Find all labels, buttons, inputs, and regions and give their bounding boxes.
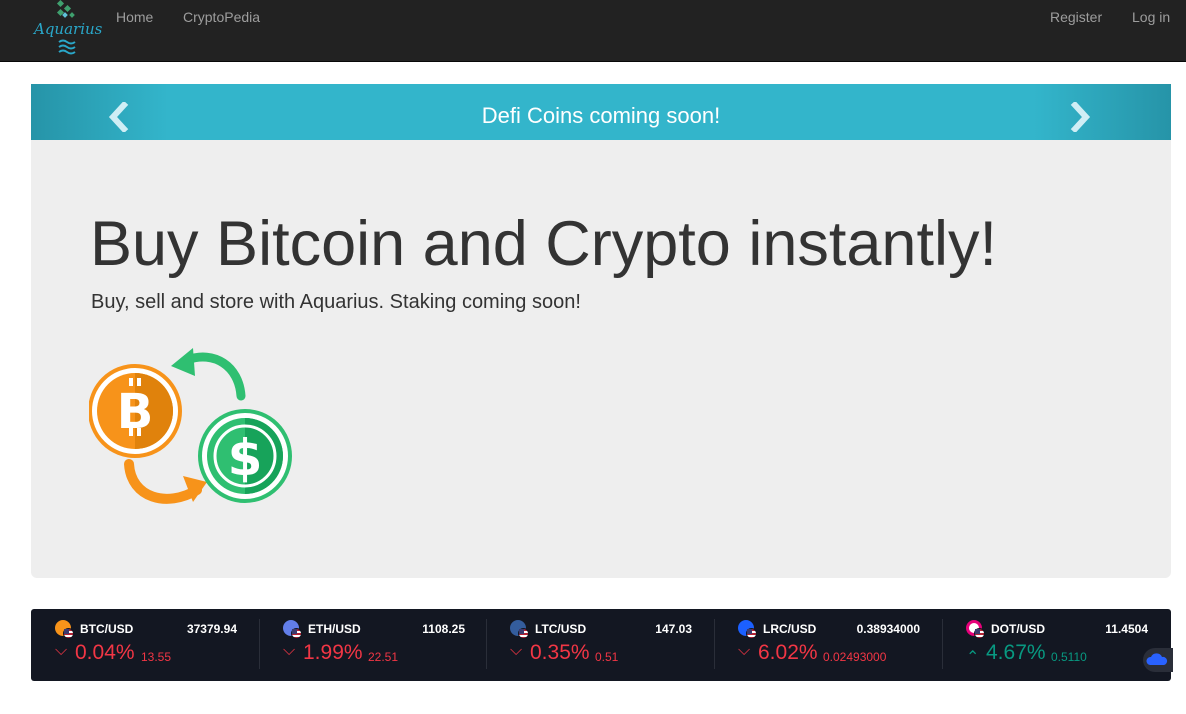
- ticker-change-percent: 0.35%: [530, 641, 590, 664]
- crypto-exchange-illustration: B $: [88, 348, 295, 512]
- ticker-item-lrc[interactable]: LRC/USD 0.38934000 ⌵ 6.02% 0.02493000: [714, 609, 942, 681]
- ticker-price: 147.03: [655, 622, 692, 636]
- ticker-item-dot[interactable]: DOT/USD 11.4504 ⌃ 4.67% 0.5110: [942, 609, 1170, 681]
- us-flag-icon: [518, 628, 529, 639]
- ticker-price: 37379.94: [186, 622, 237, 636]
- chevron-up-icon: ⌃: [966, 649, 980, 666]
- ticker-price: 0.38934000: [856, 622, 920, 636]
- nav-home-link[interactable]: Home: [116, 9, 153, 25]
- chevron-down-icon: ⌵: [283, 642, 296, 659]
- us-flag-icon: [974, 628, 985, 639]
- ticker-change-value: 22.51: [368, 650, 399, 664]
- ticker-item-ltc[interactable]: LTC/USD 147.03 ⌵ 0.35% 0.51: [486, 609, 714, 681]
- widget-cloud-button[interactable]: [1143, 648, 1173, 672]
- us-flag-icon: [291, 628, 302, 639]
- ticker-change-value: 0.51: [595, 650, 619, 664]
- ticker-pair: DOT/USD: [991, 622, 1045, 636]
- ticker-price: 1108.25: [422, 622, 465, 636]
- ticker-change-value: 0.5110: [1051, 650, 1087, 664]
- ticker-price: 11.4504: [1105, 622, 1148, 636]
- ticker-item-btc[interactable]: BTC/USD 37379.94 ⌵ 0.04% 13.55: [31, 609, 259, 681]
- svg-text:$: $: [228, 429, 263, 487]
- ticker-change-percent: 1.99%: [303, 641, 363, 664]
- ticker-pair: LRC/USD: [763, 622, 817, 636]
- price-ticker-widget[interactable]: BTC/USD 37379.94 ⌵ 0.04% 13.55 ETH/USD 1…: [31, 609, 1171, 681]
- hero-jumbotron: Buy Bitcoin and Crypto instantly! Buy, s…: [31, 140, 1171, 578]
- us-flag-icon: [746, 628, 757, 639]
- chevron-right-icon: [1070, 100, 1091, 134]
- carousel-caption: Defi Coins coming soon!: [481, 103, 721, 128]
- ticker-pair: ETH/USD: [308, 622, 361, 636]
- nav-register-link[interactable]: Register: [1050, 9, 1102, 25]
- chevron-down-icon: ⌵: [55, 642, 68, 659]
- hero-subtitle: Buy, sell and store with Aquarius. Staki…: [91, 291, 581, 313]
- ticker-change-percent: 6.02%: [758, 641, 818, 664]
- brand-name: Aquarius: [34, 20, 103, 38]
- nav-cryptopedia-link[interactable]: CryptoPedia: [183, 9, 260, 25]
- bitcoin-dollar-exchange-icon: B $: [88, 348, 292, 504]
- carousel-banner: Defi Coins coming soon!: [31, 84, 1171, 140]
- svg-text:B: B: [117, 384, 154, 440]
- chevron-down-icon: ⌵: [738, 642, 751, 659]
- us-flag-icon: [63, 628, 74, 639]
- ticker-change-value: 0.02493000: [823, 650, 887, 664]
- carousel-next-button[interactable]: [1067, 100, 1093, 134]
- cloud-icon: [1146, 653, 1168, 665]
- nav-login-link[interactable]: Log in: [1132, 9, 1170, 25]
- navbar: Aquarius Home CryptoPedia Register Log i…: [0, 0, 1186, 62]
- ticker-change-percent: 4.67%: [986, 641, 1046, 664]
- hero-title: Buy Bitcoin and Crypto instantly!: [90, 209, 997, 279]
- ticker-item-eth[interactable]: ETH/USD 1108.25 ⌵ 1.99% 22.51: [259, 609, 487, 681]
- chevron-down-icon: ⌵: [510, 642, 523, 659]
- ticker-change-percent: 0.04%: [75, 641, 135, 664]
- ticker-pair: LTC/USD: [535, 622, 587, 636]
- brand-logo[interactable]: Aquarius: [30, 0, 102, 58]
- ticker-pair: BTC/USD: [80, 622, 134, 636]
- ticker-change-value: 13.55: [141, 650, 172, 664]
